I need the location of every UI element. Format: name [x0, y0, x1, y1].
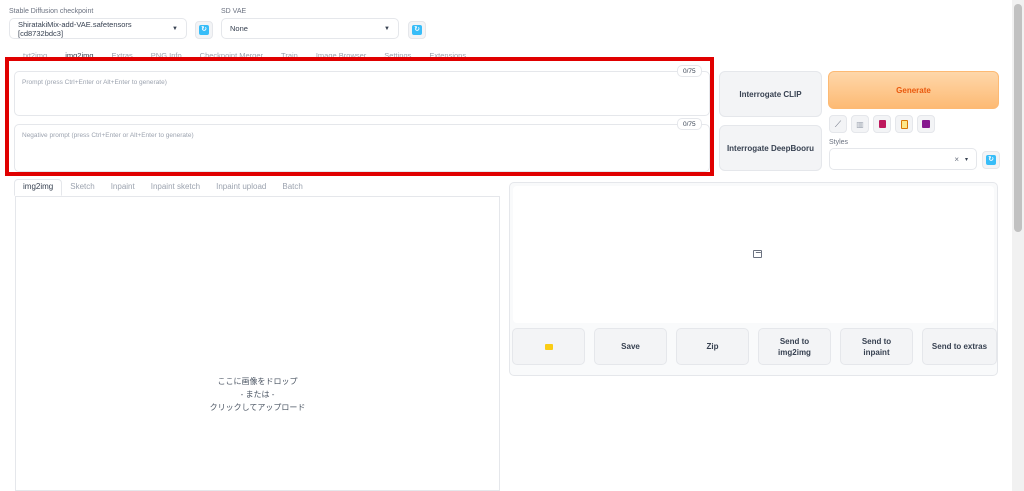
chevron-down-icon: ▼ [172, 25, 178, 32]
prompt-placeholder: Prompt (press Ctrl+Enter or Alt+Enter to… [22, 79, 167, 86]
generate-button[interactable]: Generate [828, 71, 999, 109]
refresh-icon: ↻ [412, 25, 422, 35]
tab-settings[interactable]: Settings [375, 51, 420, 65]
save-button[interactable]: Save [594, 328, 667, 365]
vae-dropdown[interactable]: None ▼ [221, 18, 399, 39]
extra-networks-button[interactable] [873, 115, 891, 133]
refresh-icon: ↻ [199, 25, 209, 35]
image-drop-area[interactable]: ここに画像をドロップ - または - クリックしてアップロード [15, 196, 500, 491]
prompt-input[interactable]: Prompt (press Ctrl+Enter or Alt+Enter to… [14, 71, 710, 116]
subtab-inpaint-sketch[interactable]: Inpaint sketch [143, 182, 208, 196]
subtab-sketch[interactable]: Sketch [62, 182, 102, 196]
main-tabs: txt2img img2img Extras PNG Info Checkpoi… [14, 51, 475, 65]
styles-refresh-button[interactable]: ↻ [982, 151, 1000, 169]
checkpoint-refresh-button[interactable]: ↻ [195, 21, 213, 39]
vae-refresh-button[interactable]: ↻ [408, 21, 426, 39]
book-icon [878, 120, 886, 128]
vae-value: None [230, 24, 248, 33]
drop-text-line1: ここに画像をドロップ [217, 377, 298, 386]
vae-label: SD VAE [221, 8, 247, 15]
checkpoint-value: ShiratakiMix-add-VAE.safetensors [cd8732… [18, 19, 132, 38]
tab-image-browser[interactable]: Image Browser [307, 51, 375, 65]
send-to-inpaint-button[interactable]: Send to inpaint [840, 328, 913, 365]
checkpoint-dropdown[interactable]: ShiratakiMix-add-VAE.safetensors [cd8732… [9, 18, 187, 39]
prompt-token-counter: 0/75 [677, 65, 702, 77]
negative-prompt-token-counter: 0/75 [677, 118, 702, 130]
clear-icon[interactable]: × [954, 155, 959, 164]
apply-style-button[interactable] [895, 115, 913, 133]
drop-text-line2: - または - [240, 390, 275, 399]
tab-img2img[interactable]: img2img [56, 51, 102, 65]
send-to-img2img-button[interactable]: Send to img2img [758, 328, 831, 365]
open-folder-button[interactable] [512, 328, 585, 365]
tab-png-info[interactable]: PNG Info [142, 51, 191, 65]
scrollbar-thumb[interactable] [1014, 4, 1022, 232]
subtab-inpaint-upload[interactable]: Inpaint upload [208, 182, 274, 196]
chevron-down-icon: ▾ [964, 156, 968, 163]
tab-extensions[interactable]: Extensions [420, 51, 475, 65]
interrogate-deepbooru-button[interactable]: Interrogate DeepBooru [719, 125, 822, 171]
tab-train[interactable]: Train [272, 51, 307, 65]
send-to-img2img-line1: Send to [779, 336, 810, 346]
styles-dropdown[interactable]: × ▾ [829, 148, 977, 170]
paste-params-button[interactable]: ⟋ [829, 115, 847, 133]
checkpoint-label: Stable Diffusion checkpoint [9, 8, 94, 15]
folder-icon [544, 343, 553, 350]
clear-prompt-button[interactable]: ▥ [851, 115, 869, 133]
zip-button[interactable]: Zip [676, 328, 749, 365]
send-to-inpaint-line1: Send to [861, 336, 892, 346]
floppy-disk-icon [922, 120, 930, 128]
negative-prompt-placeholder: Negative prompt (press Ctrl+Enter or Alt… [22, 132, 194, 139]
interrogate-clip-button[interactable]: Interrogate CLIP [719, 71, 822, 117]
refresh-icon: ↻ [986, 155, 996, 165]
send-to-img2img-line2: img2img [778, 347, 811, 357]
subtab-batch[interactable]: Batch [274, 182, 310, 196]
subtab-inpaint[interactable]: Inpaint [103, 182, 143, 196]
send-to-extras-button[interactable]: Send to extras [922, 328, 997, 365]
subtab-img2img[interactable]: img2img [14, 179, 63, 196]
negative-prompt-input[interactable]: Negative prompt (press Ctrl+Enter or Alt… [14, 124, 710, 172]
tab-txt2img[interactable]: txt2img [14, 51, 56, 65]
pencil-icon: ⟋ [834, 118, 842, 129]
save-style-button[interactable] [917, 115, 935, 133]
page-scrollbar[interactable] [1012, 0, 1024, 491]
send-to-inpaint-line2: inpaint [863, 347, 890, 357]
tab-checkpoint-merger[interactable]: Checkpoint Merger [191, 51, 272, 65]
chevron-down-icon: ▼ [384, 25, 390, 32]
trash-icon: ▥ [856, 119, 864, 129]
image-icon [753, 250, 762, 258]
gallery-preview [513, 186, 994, 323]
tab-extras[interactable]: Extras [103, 51, 142, 65]
clipboard-icon [900, 119, 908, 129]
img2img-sub-tabs: img2img Sketch Inpaint Inpaint sketch In… [14, 179, 311, 196]
drop-text-line3: クリックしてアップロード [209, 403, 306, 412]
styles-label: Styles [829, 139, 849, 146]
